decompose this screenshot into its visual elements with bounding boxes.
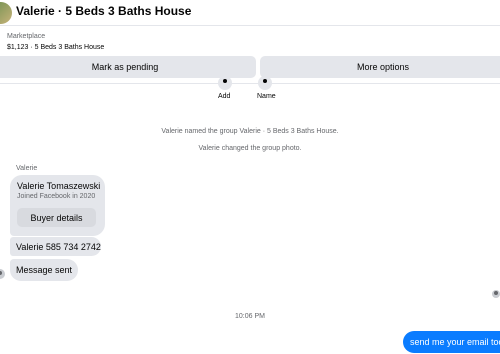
name-label[interactable]: Name <box>257 93 276 100</box>
conversation-title[interactable]: Valerie · 5 Beds 3 Baths House <box>16 4 191 18</box>
listing-summary[interactable]: $1,123 · 5 Beds 3 Baths House <box>7 44 104 51</box>
profile-card-bubble: Valerie Tomaszewski Joined Facebook in 2… <box>10 175 105 236</box>
add-person-icon[interactable] <box>218 76 232 90</box>
profile-card-joined: Joined Facebook in 2020 <box>17 193 96 200</box>
mark-as-pending-button[interactable]: Mark as pending <box>0 56 256 78</box>
read-receipt-avatar <box>492 290 500 298</box>
edit-name-icon[interactable] <box>258 76 272 90</box>
profile-card-name[interactable]: Valerie Tomaszewski <box>17 181 100 191</box>
more-options-button[interactable]: More options <box>260 56 500 78</box>
sender-avatar[interactable] <box>0 269 5 279</box>
message-timestamp: 10:06 PM <box>235 313 265 320</box>
group-avatar[interactable] <box>0 2 12 24</box>
message-bubble-phone[interactable]: Valerie 585 734 2742 <box>10 237 101 256</box>
outgoing-message-bubble[interactable]: send me your email too <box>403 331 500 353</box>
marketplace-label: Marketplace <box>7 33 46 40</box>
system-notice-photo-changed: Valerie changed the group photo. <box>198 145 302 152</box>
message-bubble-sent-note[interactable]: Message sent <box>10 259 78 281</box>
add-label[interactable]: Add <box>218 93 230 100</box>
buyer-details-button[interactable]: Buyer details <box>17 208 96 227</box>
header-divider <box>0 83 500 84</box>
conversation-header: Valerie · 5 Beds 3 Baths House <box>0 0 500 26</box>
sender-name: Valerie <box>16 165 38 172</box>
system-notice-group-named: Valerie named the group Valerie · 5 Beds… <box>161 128 339 135</box>
